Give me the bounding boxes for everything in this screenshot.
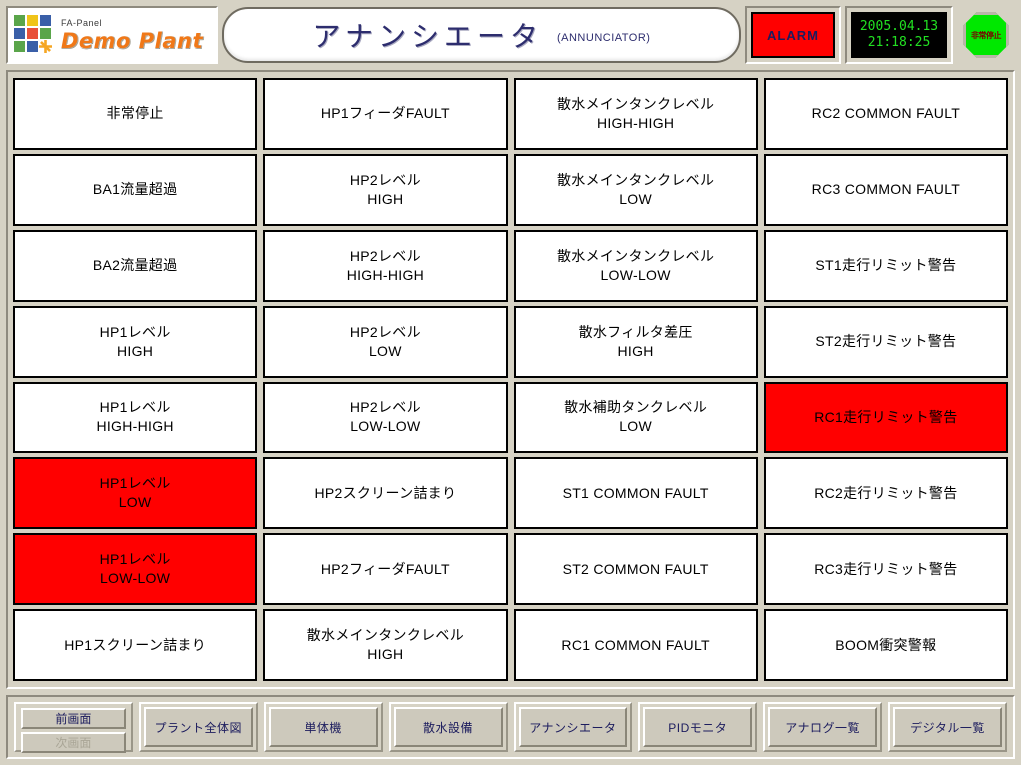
alarm-tile[interactable]: HP2レベル HIGH-HIGH [263,229,508,302]
annunciator-column: HP1フィーダFAULT HP2レベル HIGH HP2レベル HIGH-HIGH H… [263,78,508,681]
toolbar-button[interactable]: 散水設備 [393,707,503,747]
toolbar-button[interactable]: プラント全体図 [143,707,253,747]
toolbar-button[interactable]: デジタル一覧 [893,707,1002,747]
next-page-button[interactable]: 次画面 [21,732,126,753]
toolbar-button-cell: プラント全体図 [138,702,258,752]
alarm-tile[interactable]: ST1走行リミット警告 [763,229,1008,302]
toolbar-button-cell: 単体機 [263,702,383,752]
annunciator-grid: 非常停止 BA1流量超過 BA2流量超過 HP1レベル HIGH HP1レベル HIGH… [6,70,1015,689]
alarm-tile[interactable]: 散水メインタンクレベル HIGH-HIGH [513,78,758,150]
alarm-button[interactable]: ALARM [751,12,835,58]
clock-date: 2005.04.13 [859,19,939,34]
emergency-stop-panel: 非常停止 [957,6,1015,64]
alarm-tile[interactable]: HP2スクリーン詰まり [263,457,508,530]
alarm-tile[interactable]: RC1走行リミット警告 [763,381,1008,454]
alarm-tile[interactable]: ST2走行リミット警告 [763,305,1008,378]
logo-cell-1 [14,15,25,26]
toolbar-button-cell: デジタル一覧 [888,702,1007,752]
alarm-tile[interactable]: ST1 COMMON FAULT [513,457,758,530]
toolbar-button[interactable]: PIDモニタ [643,707,753,747]
alarm-tile[interactable]: ST2 COMMON FAULT [513,533,758,606]
alarm-tile[interactable]: RC2 COMMON FAULT [763,78,1008,150]
toolbar-button[interactable]: 単体機 [268,707,378,747]
prev-page-button[interactable]: 前画面 [21,708,126,729]
alarm-tile[interactable]: RC3走行リミット警告 [763,533,1008,606]
alarm-tile[interactable]: 散水メインタンクレベル LOW [513,153,758,226]
alarm-tile[interactable]: HP1フィーダFAULT [263,78,508,150]
alarm-tile[interactable]: RC3 COMMON FAULT [763,153,1008,226]
alarm-tile[interactable]: HP2フィーダFAULT [263,533,508,606]
logo-cell-7 [14,41,25,52]
navigation-toolbar: 前画面 次画面 プラント全体図 単体機 散水設備 アナンシエータ PIDモニタ アナログ一… [6,695,1015,759]
logo-cell-3 [40,15,51,26]
page-title-en: (ANNUNCIATOR) [556,32,651,44]
alarm-tile[interactable]: RC2走行リミット警告 [763,457,1008,530]
page-title-ja: アナンシエータ [312,20,543,53]
toolbar-button-cell: アナンシエータ [513,702,633,752]
toolbar-button-cell: アナログ一覧 [763,702,883,752]
emergency-stop-button[interactable]: 非常停止 [963,12,1009,58]
toolbar-button[interactable]: アナログ一覧 [768,707,878,747]
clock-panel: 2005.04.13 21:18:25 [845,6,953,64]
logo-cell-8 [27,41,38,52]
alarm-tile[interactable]: HP1レベル HIGH [13,305,258,378]
page-nav-group: 前画面 次画面 [14,702,133,753]
alarm-tile[interactable]: BA2流量超過 [13,229,258,302]
alarm-tile[interactable]: HP1レベル HIGH-HIGH [13,381,258,454]
alarm-tile[interactable]: 散水メインタンクレベル LOW-LOW [513,229,758,302]
annunciator-column: 非常停止 BA1流量超過 BA2流量超過 HP1レベル HIGH HP1レベル HIGH… [13,78,258,681]
gear-icon [39,40,52,53]
brand-logo: FA-Panel Demo Plant [6,6,218,64]
alarm-tile[interactable]: 散水メインタンクレベル HIGH [263,609,508,681]
toolbar-button-cell: PIDモニタ [638,702,758,752]
alarm-tile[interactable]: RC1 COMMON FAULT [513,609,758,681]
clock-display: 2005.04.13 21:18:25 [851,12,947,58]
alarm-tile[interactable]: HP2レベル HIGH [263,153,508,226]
toolbar-button-cell: 散水設備 [388,702,508,752]
alarm-indicator-panel: ALARM [745,6,841,64]
page-title: アナンシエータ (ANNUNCIATOR) [222,7,741,63]
logo-cell-2 [27,15,38,26]
alarm-tile[interactable]: HP1レベル LOW-LOW [13,533,258,606]
toolbar-button[interactable]: アナンシエータ [518,707,628,747]
logo-cell-6 [40,28,51,39]
logo-cell-4 [14,28,25,39]
alarm-tile[interactable]: BOOM衝突警報 [763,609,1008,681]
annunciator-column: RC2 COMMON FAULT RC3 COMMON FAULT ST1走行リミッ… [763,78,1008,681]
logo-grid-icon [14,15,54,55]
alarm-tile[interactable]: HP2レベル LOW-LOW [263,381,508,454]
emergency-stop-label: 非常停止 [971,30,1002,40]
logo-cell-5 [27,28,38,39]
brand-subtitle: FA-Panel [61,18,103,28]
alarm-tile[interactable]: HP2レベル LOW [263,305,508,378]
header-bar: FA-Panel Demo Plant アナンシエータ (ANNUNCIATOR… [6,6,1015,64]
alarm-tile[interactable]: 非常停止 [13,78,258,150]
annunciator-screen: FA-Panel Demo Plant アナンシエータ (ANNUNCIATOR… [0,0,1021,765]
alarm-tile[interactable]: HP1スクリーン詰まり [13,609,258,681]
brand-title: Demo Plant [61,29,204,53]
annunciator-column: 散水メインタンクレベル HIGH-HIGH 散水メインタンクレベル LOW 散水メイ… [513,78,758,681]
alarm-tile[interactable]: 散水フィルタ差圧 HIGH [513,305,758,378]
alarm-tile[interactable]: 散水補助タンクレベル LOW [513,381,758,454]
brand-text: FA-Panel Demo Plant [61,18,203,52]
alarm-tile[interactable]: BA1流量超過 [13,153,258,226]
alarm-tile[interactable]: HP1レベル LOW [13,457,258,530]
clock-time: 21:18:25 [867,35,931,50]
